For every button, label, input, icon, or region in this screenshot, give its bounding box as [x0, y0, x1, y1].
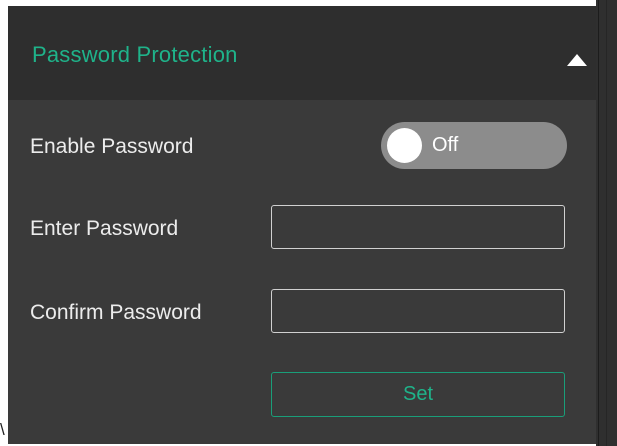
- stray-backslash: \: [0, 420, 5, 439]
- toggle-knob: [387, 128, 422, 163]
- edge-line: [606, 0, 607, 446]
- enter-password-label: Enter Password: [30, 217, 179, 240]
- triangle-up-icon: [567, 54, 587, 66]
- panel-title: Password Protection: [32, 42, 238, 67]
- enter-password-field[interactable]: [271, 205, 565, 249]
- toggle-state-label: Off: [432, 134, 459, 156]
- panel-scrollbar-edge: [596, 0, 617, 446]
- set-button[interactable]: Set: [271, 372, 565, 417]
- password-protection-panel: Password Protection Enable Password Off …: [8, 6, 596, 444]
- enable-password-label: Enable Password: [30, 135, 194, 158]
- panel-header[interactable]: Password Protection: [8, 6, 596, 100]
- confirm-password-label: Confirm Password: [30, 301, 202, 324]
- collapse-button[interactable]: [564, 49, 594, 73]
- confirm-password-field[interactable]: [271, 289, 565, 333]
- enable-password-toggle[interactable]: Off: [381, 122, 567, 169]
- edge-line: [598, 0, 599, 446]
